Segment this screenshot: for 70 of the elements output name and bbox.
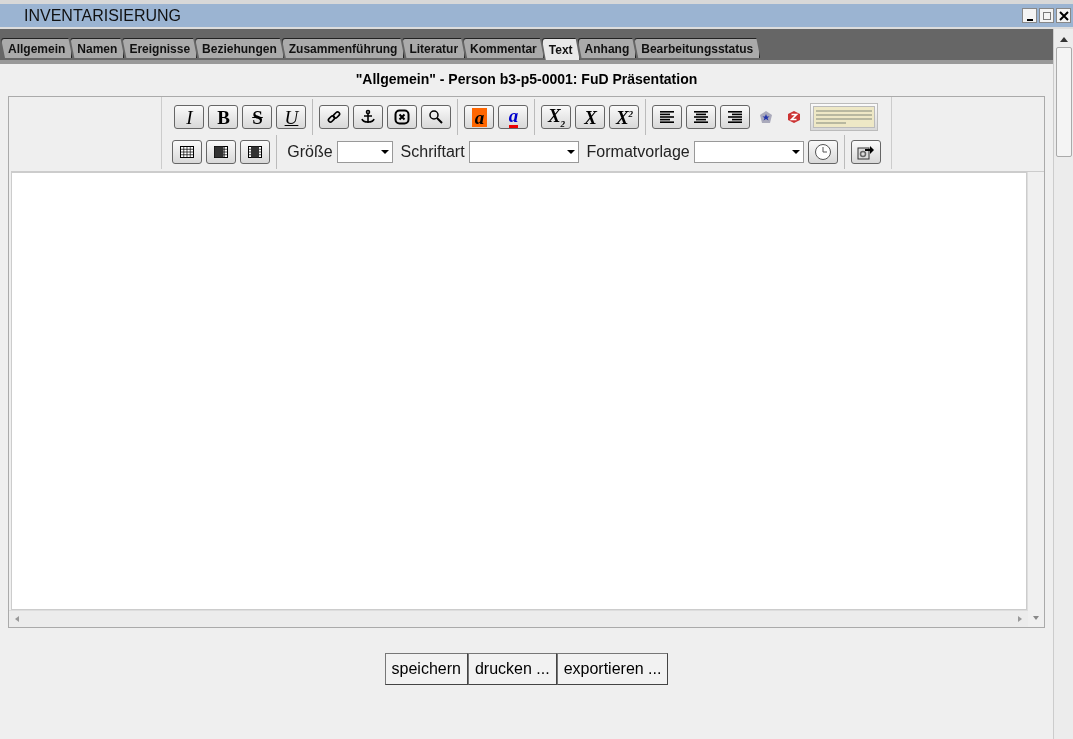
minimize-icon [1026,18,1033,21]
clock-button[interactable] [807,140,838,164]
scroll-down-arrow-icon[interactable] [1032,614,1040,622]
table-row-button[interactable] [206,140,237,164]
align-center-button[interactable] [686,105,717,129]
action-button[interactable]: drucken ... [467,653,557,685]
window-title: INVENTARISIERUNG [24,6,182,25]
field-label: Schriftart [400,143,465,161]
anchor-icon [360,109,377,125]
link-icon[interactable] [319,105,350,129]
action-button[interactable]: exportieren ... [556,653,669,685]
field-label: Größe [287,143,333,161]
align-icon [727,109,744,125]
search-button[interactable] [421,105,452,129]
table-icon [247,144,264,160]
star-badge-icon [759,110,774,124]
maximize-icon [1041,10,1052,21]
export-button[interactable] [850,140,881,164]
script-button[interactable]: X$_{2}$ [541,105,572,129]
script-button[interactable]: X [575,105,606,129]
export-arrow-icon [856,144,875,160]
action-button[interactable]: speichern [384,653,468,685]
scroll-thumb[interactable] [1055,47,1072,157]
close-icon [1058,10,1069,21]
chain-link-icon [326,109,343,125]
table-button[interactable] [172,140,203,164]
close-button[interactable] [1056,8,1071,23]
remove-button[interactable] [387,105,418,129]
tab[interactable]: Literatur [402,38,466,58]
table-column-button[interactable] [240,140,271,164]
x-box-icon [394,109,411,125]
tab[interactable]: Beziehungen [195,38,284,58]
format-button[interactable]: B [208,105,239,129]
anchor-button[interactable] [353,105,384,129]
field-label: Formatvorlage [586,143,690,161]
align-left-button[interactable] [652,105,683,129]
color-button[interactable]: a [464,105,495,129]
format-button[interactable]: U [276,105,307,129]
maximize-button[interactable] [1039,8,1054,23]
dropdown[interactable] [468,141,579,163]
align-icon [693,109,710,125]
record-heading: "Allgemein" - Person b3-p5-0001: FuD Präsentation [354,70,699,89]
page-scrollbar[interactable] [1053,29,1073,739]
scroll-up-arrow-icon[interactable] [1058,35,1069,43]
tab[interactable]: Anhang [577,38,637,58]
dropdown-arrow-icon [380,149,389,155]
tab[interactable]: Kommentar [463,38,544,58]
tab[interactable]: Zusammenführung [281,38,405,58]
dropdown-arrow-icon [791,149,800,155]
table-icon [213,144,230,160]
color-button[interactable]: a [498,105,529,129]
tab[interactable]: Ereignisse [122,38,198,58]
dropdown[interactable] [693,141,804,163]
table-icon [179,144,196,160]
align-icon [659,109,676,125]
format-button[interactable]: I [174,105,205,129]
keyboard-icon [813,106,876,128]
format-button[interactable]: S [242,105,273,129]
clock-icon [813,143,832,161]
z-badge-icon [787,110,802,124]
dropdown[interactable] [336,141,393,163]
tab[interactable]: Allgemein [1,38,73,58]
script-button[interactable]: X$^{2}$ [609,105,640,129]
align-right-button[interactable] [720,105,751,129]
tab[interactable]: Text [541,38,580,60]
tab[interactable]: Namen [70,38,125,58]
search-icon [428,109,445,125]
tab[interactable]: Bearbeitungsstatus [634,38,761,58]
minimize-button[interactable] [1022,8,1037,23]
dropdown-arrow-icon [566,149,575,155]
